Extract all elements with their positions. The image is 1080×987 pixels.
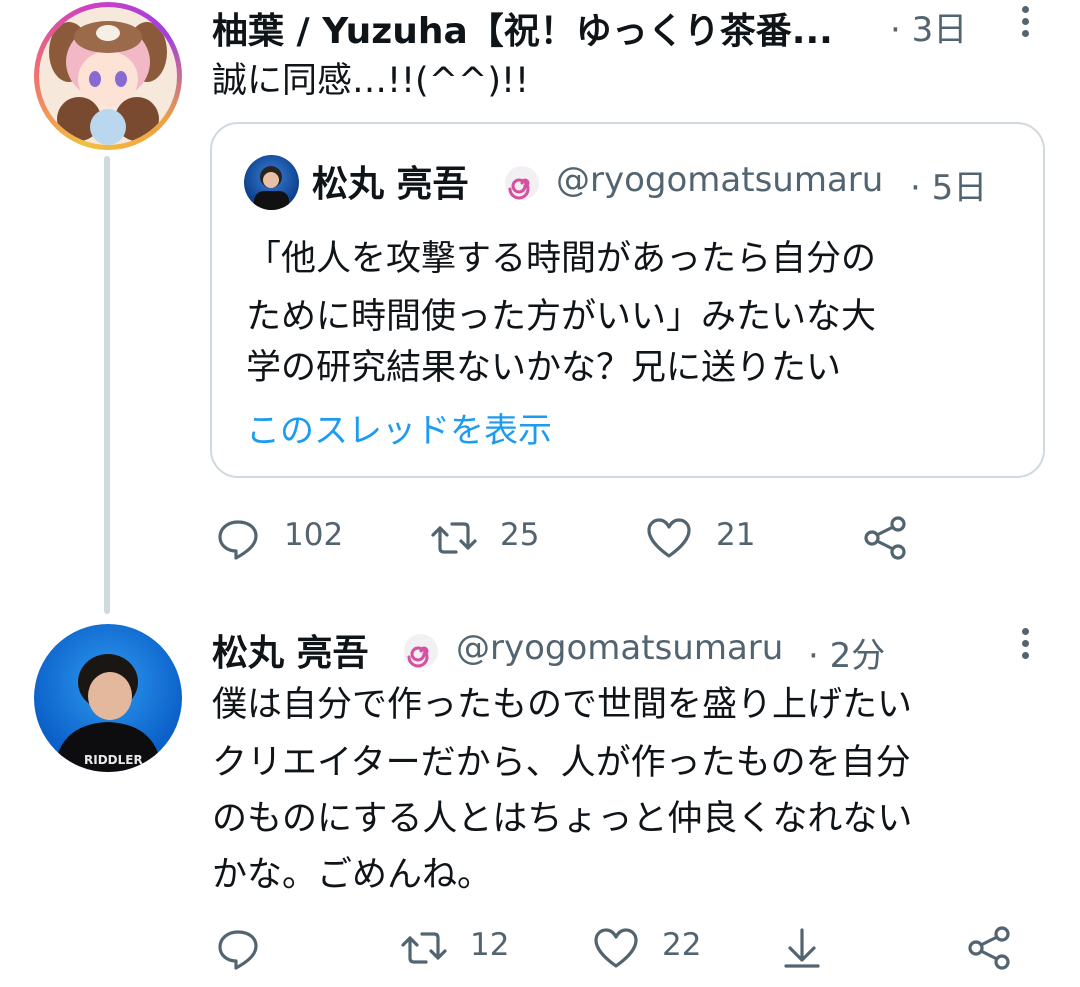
quoted-tweet-handle: @ryogomatsumaru bbox=[556, 160, 884, 200]
share-icon[interactable] bbox=[862, 514, 910, 562]
tweet1-display-name[interactable]: 柚葉 / Yuzuha【祝！ゆっくり茶番... bbox=[212, 2, 833, 54]
quoted-tweet-line-3: 学の研究結果ないかな？兄に送りたい bbox=[246, 348, 842, 388]
avatar-shirt-text: RIDDLER bbox=[84, 753, 143, 767]
tweet1-more-icon[interactable] bbox=[1006, 2, 1046, 42]
quoted-tweet-display-name: 松丸 亮吾 bbox=[312, 164, 469, 205]
reply-icon[interactable] bbox=[214, 514, 262, 562]
quoted-tweet-line-1: 「他人を攻撃する時間があったら自分の bbox=[246, 239, 877, 279]
retweet-icon[interactable] bbox=[430, 514, 478, 562]
tweet2-timestamp[interactable]: · 2分 bbox=[808, 628, 885, 677]
tweet1-timestamp[interactable]: · 3日 bbox=[890, 2, 967, 51]
verified-spiral-badge-icon bbox=[402, 632, 440, 670]
reply-icon[interactable] bbox=[214, 924, 262, 972]
avatar-yuzuha[interactable] bbox=[34, 2, 182, 150]
tweet2-line-2: クリエイターだから、人が作ったものを自分 bbox=[212, 743, 911, 783]
tweet2-line-3: のものにする人とはちょっと仲良くなれない bbox=[212, 799, 913, 839]
tweet2-line-1: 僕は自分で作ったもので世間を盛り上げたい bbox=[212, 685, 913, 725]
quoted-tweet-line-2: ために時間使った方がいい」みたいな大 bbox=[246, 297, 877, 337]
verified-spiral-badge-icon bbox=[503, 164, 541, 202]
avatar-yuzuha-image bbox=[39, 7, 177, 145]
tweet2-display-name[interactable]: 松丸 亮吾 bbox=[212, 624, 369, 676]
tweet2-handle[interactable]: @ryogomatsumaru bbox=[456, 628, 783, 668]
retweet-icon[interactable] bbox=[400, 924, 448, 972]
avatar-ryogomatsumaru[interactable]: RIDDLER bbox=[34, 624, 182, 772]
tweet2-more-icon[interactable] bbox=[1006, 624, 1046, 664]
share-icon[interactable] bbox=[966, 924, 1014, 972]
avatar-yuzuha-illustration bbox=[49, 21, 167, 145]
tweet1-retweet-count: 25 bbox=[500, 517, 540, 553]
quoted-avatar-illustration bbox=[254, 166, 289, 210]
tweet1-reply-count: 102 bbox=[284, 517, 344, 553]
like-heart-icon[interactable] bbox=[592, 924, 640, 972]
like-heart-icon[interactable] bbox=[645, 514, 693, 562]
download-arrow-icon[interactable] bbox=[778, 924, 826, 972]
tweet1-like-count: 21 bbox=[716, 517, 756, 553]
avatar-ryogo-illustration: RIDDLER bbox=[54, 654, 162, 772]
thread-connector-line bbox=[104, 156, 110, 614]
quoted-tweet-timestamp: · 5日 bbox=[910, 168, 988, 208]
tweet2-retweet-count: 12 bbox=[470, 927, 510, 963]
tweet1-text: 誠に同感…!!(^^)!! bbox=[212, 61, 530, 101]
tweet2-line-4: かな。ごめんね。 bbox=[212, 855, 493, 895]
quoted-tweet-avatar bbox=[244, 155, 299, 210]
show-thread-link[interactable]: このスレッドを表示 bbox=[246, 403, 552, 452]
tweet2-like-count: 22 bbox=[662, 927, 702, 963]
